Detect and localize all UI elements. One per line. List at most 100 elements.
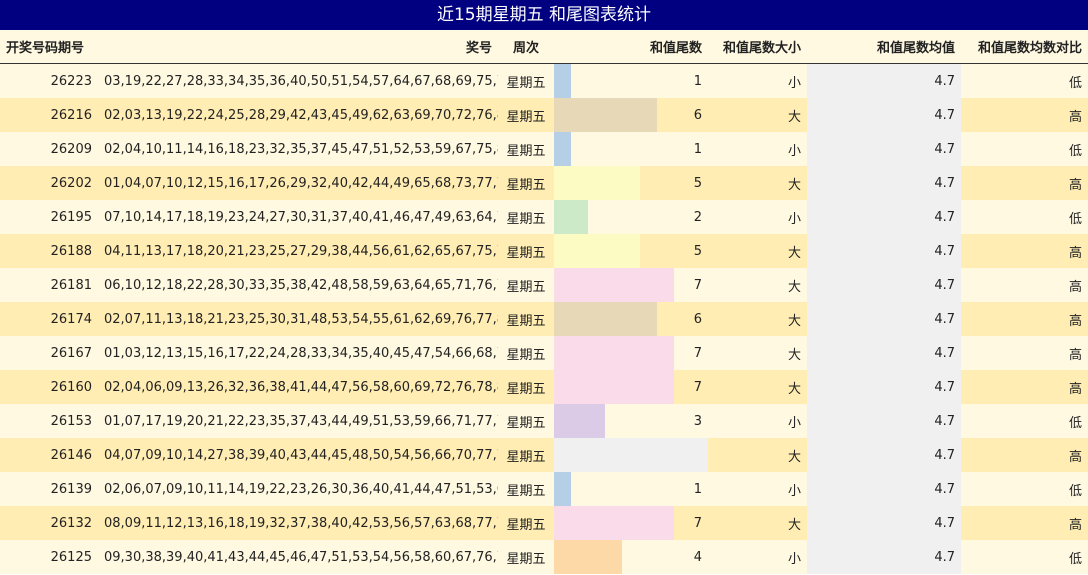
cell-issue: 26132 bbox=[0, 506, 98, 540]
cell-size: 小 bbox=[708, 200, 807, 234]
cell-weekday: 星期五 bbox=[498, 302, 554, 336]
cell-tail: 7 bbox=[554, 370, 708, 404]
cell-tail: 9 bbox=[554, 438, 708, 472]
table-row: 26174 02,07,11,13,18,21,23,25,30,31,48,53… bbox=[0, 302, 1088, 336]
cell-weekday: 星期五 bbox=[498, 506, 554, 540]
tail-value: 2 bbox=[693, 209, 702, 225]
tail-bar bbox=[554, 166, 640, 200]
cell-size: 大 bbox=[708, 268, 807, 302]
cell-compare: 低 bbox=[961, 472, 1088, 506]
cell-size: 大 bbox=[708, 98, 807, 132]
tail-bar bbox=[554, 132, 571, 166]
tail-value: 7 bbox=[693, 345, 702, 361]
cell-avg: 4.7 bbox=[807, 302, 961, 336]
cell-issue: 26125 bbox=[0, 540, 98, 574]
table-row: 26188 04,11,13,17,18,20,21,23,25,27,29,38… bbox=[0, 234, 1088, 268]
table-row: 26195 07,10,14,17,18,19,23,24,27,30,31,37… bbox=[0, 200, 1088, 234]
cell-avg: 4.7 bbox=[807, 472, 961, 506]
cell-avg: 4.7 bbox=[807, 506, 961, 540]
table-row: 26181 06,10,12,18,22,28,30,33,35,38,42,48… bbox=[0, 268, 1088, 302]
tail-stats-table: 开奖号码期号 奖号 周次 和值尾数 和值尾数大小 和值尾数均值 和值尾数均数对比… bbox=[0, 30, 1088, 574]
cell-avg: 4.7 bbox=[807, 132, 961, 166]
cell-size: 大 bbox=[708, 506, 807, 540]
tail-value: 3 bbox=[693, 413, 702, 429]
tail-value: 1 bbox=[693, 73, 702, 89]
cell-avg: 4.7 bbox=[807, 404, 961, 438]
header-avg: 和值尾数均值 bbox=[807, 30, 961, 64]
cell-issue: 26153 bbox=[0, 404, 98, 438]
cell-compare: 高 bbox=[961, 370, 1088, 404]
cell-compare: 高 bbox=[961, 506, 1088, 540]
tail-value: 7 bbox=[693, 277, 702, 293]
cell-compare: 高 bbox=[961, 302, 1088, 336]
cell-issue: 26195 bbox=[0, 200, 98, 234]
cell-weekday: 星期五 bbox=[498, 166, 554, 200]
cell-weekday: 星期五 bbox=[498, 234, 554, 268]
cell-issue: 26160 bbox=[0, 370, 98, 404]
header-size: 和值尾数大小 bbox=[708, 30, 807, 64]
cell-tail: 6 bbox=[554, 98, 708, 132]
table-row: 26153 01,07,17,19,20,21,22,23,35,37,43,44… bbox=[0, 404, 1088, 438]
cell-tail: 4 bbox=[554, 540, 708, 574]
cell-numbers: 01,03,12,13,15,16,17,22,24,28,33,34,35,4… bbox=[98, 336, 498, 370]
cell-numbers: 09,30,38,39,40,41,43,44,45,46,47,51,53,5… bbox=[98, 540, 498, 574]
cell-weekday: 星期五 bbox=[498, 404, 554, 438]
cell-size: 小 bbox=[708, 404, 807, 438]
cell-weekday: 星期五 bbox=[498, 438, 554, 472]
cell-numbers: 02,04,10,11,14,16,18,23,32,35,37,45,47,5… bbox=[98, 132, 498, 166]
table-header-row: 开奖号码期号 奖号 周次 和值尾数 和值尾数大小 和值尾数均值 和值尾数均数对比 bbox=[0, 30, 1088, 64]
cell-tail: 1 bbox=[554, 132, 708, 166]
tail-bar bbox=[554, 370, 674, 404]
tail-bar bbox=[554, 540, 622, 574]
tail-bar bbox=[554, 438, 708, 472]
cell-avg: 4.7 bbox=[807, 200, 961, 234]
cell-avg: 4.7 bbox=[807, 63, 961, 98]
cell-size: 大 bbox=[708, 166, 807, 200]
tail-bar bbox=[554, 200, 588, 234]
cell-compare: 低 bbox=[961, 132, 1088, 166]
cell-size: 大 bbox=[708, 370, 807, 404]
cell-avg: 4.7 bbox=[807, 98, 961, 132]
cell-compare: 高 bbox=[961, 234, 1088, 268]
cell-tail: 7 bbox=[554, 506, 708, 540]
cell-size: 小 bbox=[708, 540, 807, 574]
cell-numbers: 03,19,22,27,28,33,34,35,36,40,50,51,54,5… bbox=[98, 63, 498, 98]
cell-issue: 26139 bbox=[0, 472, 98, 506]
cell-tail: 2 bbox=[554, 200, 708, 234]
cell-weekday: 星期五 bbox=[498, 540, 554, 574]
cell-avg: 4.7 bbox=[807, 268, 961, 302]
tail-bar bbox=[554, 64, 571, 98]
cell-size: 小 bbox=[708, 472, 807, 506]
table-row: 26139 02,06,07,09,10,11,14,19,22,23,26,30… bbox=[0, 472, 1088, 506]
cell-numbers: 06,10,12,18,22,28,30,33,35,38,42,48,58,5… bbox=[98, 268, 498, 302]
cell-issue: 26174 bbox=[0, 302, 98, 336]
table-row: 26202 01,04,07,10,12,15,16,17,26,29,32,40… bbox=[0, 166, 1088, 200]
tail-value: 1 bbox=[693, 141, 702, 157]
cell-compare: 低 bbox=[961, 200, 1088, 234]
cell-size: 大 bbox=[708, 438, 807, 472]
cell-weekday: 星期五 bbox=[498, 63, 554, 98]
table-row: 26160 02,04,06,09,13,26,32,36,38,41,44,47… bbox=[0, 370, 1088, 404]
cell-weekday: 星期五 bbox=[498, 336, 554, 370]
tail-bar bbox=[554, 302, 657, 336]
cell-tail: 7 bbox=[554, 336, 708, 370]
table-row: 26146 04,07,09,10,14,27,38,39,40,43,44,45… bbox=[0, 438, 1088, 472]
cell-size: 大 bbox=[708, 302, 807, 336]
cell-numbers: 08,09,11,12,13,16,18,19,32,37,38,40,42,5… bbox=[98, 506, 498, 540]
table-row: 26132 08,09,11,12,13,16,18,19,32,37,38,40… bbox=[0, 506, 1088, 540]
cell-tail: 6 bbox=[554, 302, 708, 336]
tail-value: 1 bbox=[693, 481, 702, 497]
table-body: 26223 03,19,22,27,28,33,34,35,36,40,50,51… bbox=[0, 63, 1088, 574]
tail-bar bbox=[554, 472, 571, 506]
cell-avg: 4.7 bbox=[807, 234, 961, 268]
header-compare: 和值尾数均数对比 bbox=[961, 30, 1088, 64]
header-weekday: 周次 bbox=[498, 30, 554, 64]
cell-weekday: 星期五 bbox=[498, 472, 554, 506]
cell-numbers: 01,07,17,19,20,21,22,23,35,37,43,44,49,5… bbox=[98, 404, 498, 438]
cell-issue: 26181 bbox=[0, 268, 98, 302]
cell-numbers: 07,10,14,17,18,19,23,24,27,30,31,37,40,4… bbox=[98, 200, 498, 234]
cell-tail: 7 bbox=[554, 268, 708, 302]
cell-numbers: 02,04,06,09,13,26,32,36,38,41,44,47,56,5… bbox=[98, 370, 498, 404]
tail-bar bbox=[554, 268, 674, 302]
cell-size: 大 bbox=[708, 336, 807, 370]
